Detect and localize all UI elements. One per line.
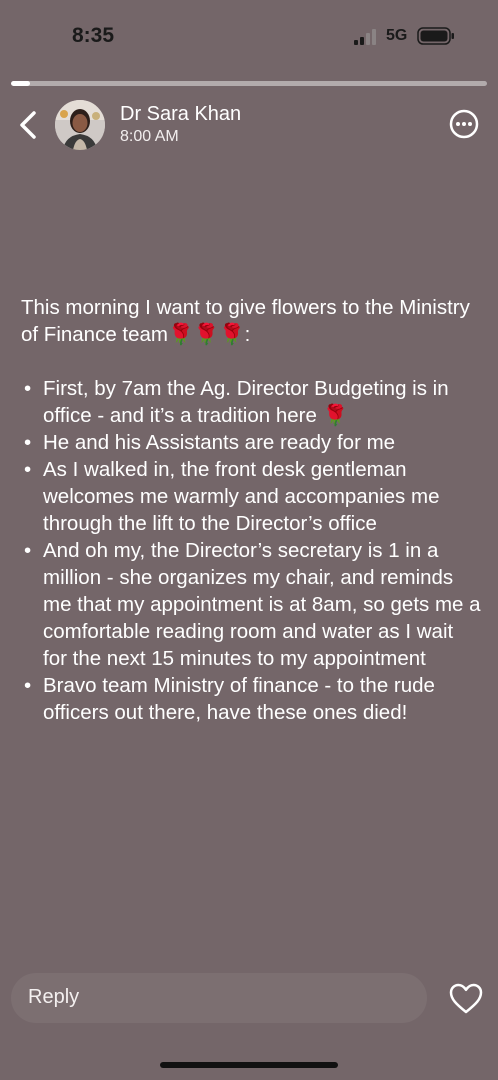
reply-placeholder: Reply (28, 986, 80, 1008)
more-options-button[interactable] (448, 108, 480, 140)
post-intro: This morning I want to give flowers to t… (21, 296, 470, 346)
reply-input[interactable]: Reply (11, 973, 427, 1023)
post-body: This morning I want to give flowers to t… (21, 294, 481, 726)
post-header: Dr Sara Khan 8:00 AM (0, 96, 498, 156)
post-bullet-item: Bravo team Ministry of finance - to the … (21, 672, 481, 726)
post-bullet-item: He and his Assistants are ready for me (21, 429, 481, 456)
cellular-signal-icon (354, 29, 376, 45)
battery-icon (417, 27, 454, 45)
home-indicator[interactable] (160, 1062, 338, 1068)
story-progress-bar (11, 81, 487, 86)
post-time: 8:00 AM (120, 128, 179, 145)
post-bullet-item: As I walked in, the front desk gentleman… (21, 456, 481, 537)
author-name[interactable]: Dr Sara Khan (120, 103, 241, 126)
status-time: 8:35 (72, 24, 115, 47)
status-bar: 8:35 5G (0, 0, 498, 70)
network-label: 5G (386, 27, 408, 44)
avatar-image (55, 100, 105, 150)
post-bullet-list: First, by 7am the Ag. Director Budgeting… (21, 375, 481, 726)
heart-icon (449, 983, 483, 1014)
post-bullet-item: And oh my, the Director’s secretary is 1… (21, 537, 481, 672)
avatar[interactable] (55, 100, 105, 150)
story-progress-fill (11, 81, 31, 86)
back-button[interactable] (14, 108, 44, 142)
post-bullet-item: First, by 7am the Ag. Director Budgeting… (21, 375, 481, 429)
like-button[interactable] (447, 981, 485, 1017)
chevron-left-icon (20, 111, 36, 139)
